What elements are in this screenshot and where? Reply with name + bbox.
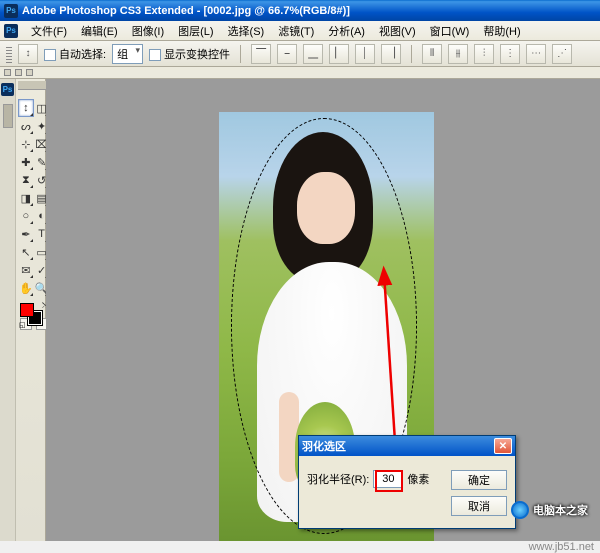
dock-chip[interactable]: [4, 69, 11, 76]
opt-divider-2: [411, 45, 412, 63]
stamp-tool[interactable]: ⧗: [18, 171, 34, 189]
radius-label: 羽化半径(R):: [307, 471, 369, 487]
notes-tool[interactable]: ✉: [18, 261, 34, 279]
menubar: Ps 文件(F) 编辑(E) 图像(I) 图层(L) 选择(S) 滤镜(T) 分…: [0, 21, 600, 41]
color-swatches: ⤭◱: [18, 301, 49, 329]
feather-dialog: 羽化选区 ✕ 羽化半径(R): 像素 确定 取消: [298, 435, 516, 529]
dialog-body: 羽化半径(R): 像素 确定 取消: [299, 456, 515, 528]
radius-field-group: 羽化半径(R): 像素: [307, 470, 429, 488]
dialog-buttons: 确定 取消: [451, 470, 507, 516]
main-area: Ps ↕◫ᔕ✦⊹⌧✚✎⧗↺◨▤○◐✒T↖▭✉✓✋🔍⤭◱ 羽化选区 ✕: [0, 79, 600, 541]
title-text: Adobe Photoshop CS3 Extended - [0002.jpg…: [22, 5, 350, 17]
align-left-icon[interactable]: ▏: [329, 44, 349, 64]
menu-view[interactable]: 视图(V): [372, 21, 423, 41]
menu-select[interactable]: 选择(S): [221, 21, 272, 41]
footer-url: www.jb51.net: [529, 541, 594, 553]
dialog-title: 羽化选区: [302, 438, 346, 454]
palette-dock-row: [0, 67, 600, 79]
canvas-area[interactable]: 羽化选区 ✕ 羽化半径(R): 像素 确定 取消 电脑本之家: [46, 79, 600, 541]
align-vcenter-icon[interactable]: ⎯: [277, 44, 297, 64]
unit-label: 像素: [407, 471, 429, 487]
menu-filter[interactable]: 滤镜(T): [271, 21, 321, 41]
move-tool[interactable]: ↕: [18, 99, 34, 117]
align-right-icon[interactable]: ▕: [381, 44, 401, 64]
watermark-logo-icon: [511, 501, 529, 519]
cancel-button[interactable]: 取消: [451, 496, 507, 516]
dock-chip[interactable]: [26, 69, 33, 76]
show-transform-label: 显示变换控件: [164, 49, 230, 61]
opt-divider: [240, 45, 241, 63]
auto-select-wrapper: 自动选择:: [44, 46, 106, 62]
dialog-titlebar[interactable]: 羽化选区 ✕: [299, 436, 515, 456]
collapsed-panel-tab[interactable]: [3, 104, 13, 128]
ps-doc-icon: Ps: [4, 24, 18, 38]
options-bar: ↕ 自动选择: 组 显示变换控件 ⎺ ⎯ ⎽ ▏ │ ▕ ⫴ ⫵ ⫶ ⋮ ⋯ ⋰: [0, 41, 600, 67]
show-transform-wrapper: 显示变换控件: [149, 46, 230, 62]
move-tool-icon: ↕: [18, 44, 38, 64]
blur-tool[interactable]: ○: [18, 207, 34, 225]
pen-tool[interactable]: ✒: [18, 225, 34, 243]
align-top-icon[interactable]: ⎺: [251, 44, 271, 64]
options-grip[interactable]: [6, 45, 12, 63]
ok-button[interactable]: 确定: [451, 470, 507, 490]
footer: www.jb51.net: [0, 541, 600, 553]
crop-tool[interactable]: ⊹: [18, 135, 34, 153]
show-transform-checkbox[interactable]: [149, 49, 161, 61]
healing-tool[interactable]: ✚: [18, 153, 34, 171]
watermark-text: 电脑本之家: [533, 502, 588, 518]
align-hcenter-icon[interactable]: │: [355, 44, 375, 64]
menu-file[interactable]: 文件(F): [24, 21, 74, 41]
menu-layer[interactable]: 图层(L): [171, 21, 220, 41]
dock-chip[interactable]: [15, 69, 22, 76]
auto-select-checkbox[interactable]: [44, 49, 56, 61]
close-icon[interactable]: ✕: [494, 438, 512, 454]
watermark: 电脑本之家: [511, 501, 588, 519]
dist-h-icon[interactable]: ⋯: [526, 44, 546, 64]
menu-image[interactable]: 图像(I): [125, 21, 171, 41]
auto-select-dropdown[interactable]: 组: [112, 44, 143, 64]
foreground-color[interactable]: [20, 303, 34, 317]
align-bottom-icon[interactable]: ⎽: [303, 44, 323, 64]
path-tool[interactable]: ↖: [18, 243, 34, 261]
eraser-tool[interactable]: ◨: [18, 189, 34, 207]
menu-window[interactable]: 窗口(W): [423, 21, 477, 41]
ps-app-icon: Ps: [4, 4, 18, 18]
dist-top-icon[interactable]: ⫴: [422, 44, 442, 64]
toolbox: ↕◫ᔕ✦⊹⌧✚✎⧗↺◨▤○◐✒T↖▭✉✓✋🔍⤭◱: [16, 79, 46, 541]
titlebar: Ps Adobe Photoshop CS3 Extended - [0002.…: [0, 0, 600, 21]
menu-analysis[interactable]: 分析(A): [321, 21, 372, 41]
dist-v-icon[interactable]: ⫵: [448, 44, 468, 64]
auto-select-label: 自动选择:: [59, 49, 106, 61]
lasso-tool[interactable]: ᔕ: [18, 117, 34, 135]
side-column: Ps: [0, 79, 16, 541]
hand-tool[interactable]: ✋: [18, 279, 34, 297]
menu-help[interactable]: 帮助(H): [476, 21, 527, 41]
dist-right-icon[interactable]: ⋰: [552, 44, 572, 64]
dist-bottom-icon[interactable]: ⫶: [474, 44, 494, 64]
default-colors-icon[interactable]: ◱: [19, 321, 26, 329]
ps-badge-icon[interactable]: Ps: [1, 83, 14, 96]
dist-left-icon[interactable]: ⋮: [500, 44, 520, 64]
menu-edit[interactable]: 编辑(E): [74, 21, 125, 41]
radius-input[interactable]: [373, 470, 403, 488]
